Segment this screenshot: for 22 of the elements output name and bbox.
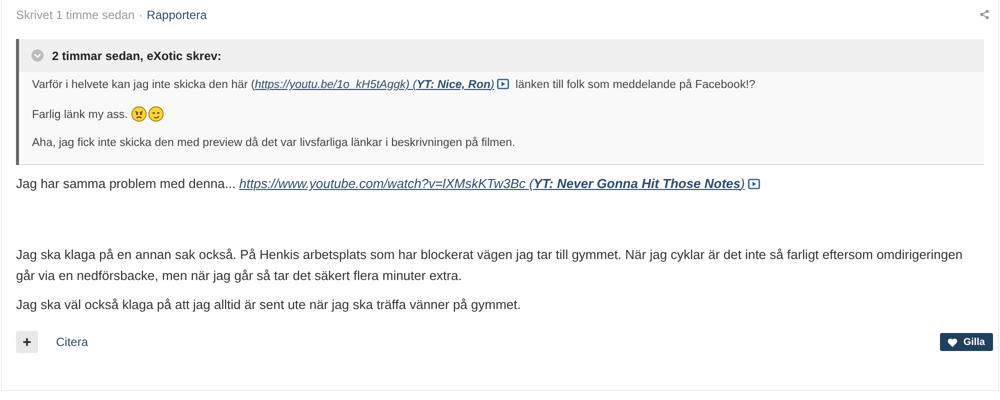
collapse-icon bbox=[31, 49, 44, 62]
quote-link[interactable]: Citera bbox=[56, 335, 88, 349]
add-button[interactable]: + bbox=[16, 331, 38, 353]
heart-icon bbox=[947, 336, 958, 348]
paragraph: Jag ska väl också klaga på att jag alltid är sent ute när jag ska träffa vänner på gymmet. bbox=[16, 296, 522, 314]
video-link[interactable]: https://www.youtube.com/watch?v=lXMskKTw3Bc (YT: Never Gonna Hit Those Notes) bbox=[239, 176, 745, 191]
quote-author: 2 timmar sedan, eXotic skrev: bbox=[52, 48, 222, 62]
post-time: Skrivet 1 timme sedan bbox=[16, 8, 135, 22]
paragraph: Aha, jag fick inte skicka den med preview då det var livsfarliga länkar i beskrivningen på filmen. bbox=[32, 136, 516, 150]
paragraph: Farlig länk my ass. bbox=[32, 106, 972, 122]
report-link[interactable]: Rapportera bbox=[146, 8, 207, 22]
video-icon bbox=[497, 78, 510, 90]
share-icon bbox=[979, 9, 990, 20]
smiley-icon bbox=[131, 106, 148, 122]
like-button[interactable]: Gilla bbox=[940, 333, 993, 351]
paragraph: Jag har samma problem med denna... https://www.youtube.com/watch?v=lXMskKTw3Bc (YT: Never Gonna Hit Those Notes) bbox=[16, 173, 984, 194]
paragraph: Varför i helvete kan jag inte skicka den här (https://youtu.be/1o_kH5tAggk) (YT: Nice, Ron) länken till folk som meddelande på Facebook!? bbox=[32, 78, 756, 92]
video-icon bbox=[748, 178, 760, 190]
separator: · bbox=[138, 8, 143, 22]
smiley-icon bbox=[148, 106, 164, 122]
paragraph: Jag ska klaga på en annan sak också. På Henkis arbetsplats som har blockerat vägen jag tar till gymmet. När jag cyklar är det inte så farligt eftersom omdirigeringen går via en nedförsbacke, men när jag går så tar det säkert flera minuter extra. bbox=[16, 246, 964, 285]
video-link[interactable]: https://youtu.be/1o_kH5tAggk) (YT: Nice, Ron) bbox=[254, 79, 494, 91]
